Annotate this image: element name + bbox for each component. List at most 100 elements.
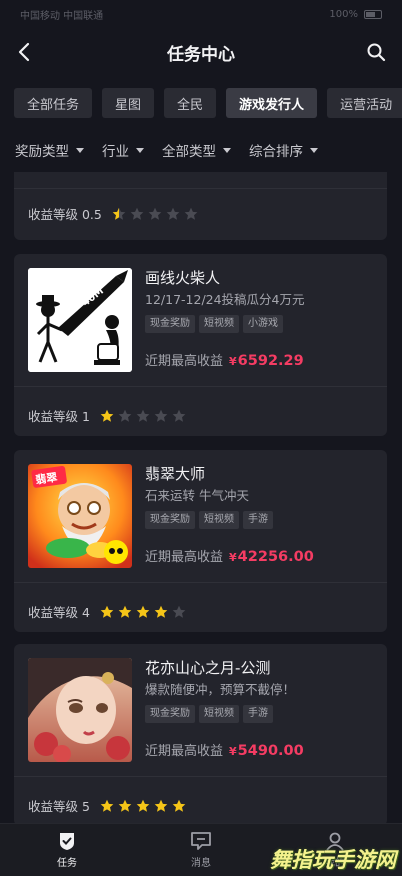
tag: 现金奖励 xyxy=(145,315,195,333)
filter-reward-type[interactable]: 奖励类型 xyxy=(15,140,84,160)
tab-xingtu[interactable]: 星图 xyxy=(102,88,155,118)
tag: 手游 xyxy=(243,705,273,723)
battery-icon xyxy=(364,9,382,19)
filter-all-types[interactable]: 全部类型 xyxy=(162,140,231,160)
game-name: 画线火柴人 xyxy=(145,269,221,287)
star-filled-icon xyxy=(100,605,114,618)
chevron-left-icon xyxy=(18,42,30,62)
filter-industry[interactable]: 行业 xyxy=(102,140,144,160)
level-row: 收益等级 4 xyxy=(28,602,186,621)
flower-girl-thumbnail-art xyxy=(28,658,132,762)
task-card[interactable]: 40M 画线火柴人 12/17-12/24投稿瓜分4万元 现金奖励 短视频 小游… xyxy=(14,254,387,436)
back-button[interactable] xyxy=(8,36,40,68)
earnings-label: 近期最高收益 xyxy=(145,744,224,759)
filter-bar: 奖励类型 行业 全部类型 综合排序 xyxy=(15,140,318,160)
tab-bar-task[interactable]: 任务 xyxy=(0,824,134,876)
game-thumbnail xyxy=(28,658,132,762)
earnings-row: 近期最高收益 ¥5490.00 xyxy=(145,740,304,759)
level-label: 收益等级 4 xyxy=(28,605,90,620)
carrier-text: 中国移动 中国联通 xyxy=(20,10,104,22)
task-desc: 爆款随便冲，预算不截停！ xyxy=(145,682,296,697)
currency-symbol: ¥ xyxy=(229,355,237,368)
tag-list: 现金奖励 短视频 手游 xyxy=(145,511,375,529)
task-card-partial[interactable]: 收益等级 0.5 xyxy=(14,172,387,240)
level-label: 收益等级 0.5 xyxy=(28,207,102,222)
caret-down-icon xyxy=(76,147,84,153)
star-empty-icon xyxy=(136,409,150,422)
divider xyxy=(14,582,387,583)
tag: 现金奖励 xyxy=(145,705,195,723)
tag: 短视频 xyxy=(199,705,239,723)
divider xyxy=(14,386,387,387)
page-title: 任务中心 xyxy=(167,44,235,65)
search-icon xyxy=(367,43,386,62)
stickman-thumbnail-art: 40M xyxy=(28,268,132,372)
tab-all-tasks[interactable]: 全部任务 xyxy=(14,88,93,118)
task-info: 翡翠大师 石来运转 牛气冲天 现金奖励 短视频 手游 xyxy=(145,464,375,529)
tab-operation-events[interactable]: 运营活动 xyxy=(327,88,402,118)
level-row: 收益等级 5 xyxy=(28,796,186,815)
task-desc: 12/17-12/24投稿瓜分4万元 xyxy=(145,292,305,307)
star-empty-icon xyxy=(148,207,162,220)
tab-bar-label: 消息 xyxy=(191,858,211,869)
watermark: 舞指玩手游网 xyxy=(270,848,396,872)
tag-list: 现金奖励 短视频 手游 xyxy=(145,705,375,723)
rating-stars xyxy=(100,409,186,423)
task-card[interactable]: 花亦山心之月-公测 爆款随便冲，预算不截停！ 现金奖励 短视频 手游 近期最高收… xyxy=(14,644,387,823)
star-filled-icon xyxy=(136,605,150,618)
star-filled-icon xyxy=(100,799,114,812)
star-empty-icon xyxy=(172,409,186,422)
level-row: 收益等级 1 xyxy=(28,406,186,425)
game-name: 花亦山心之月-公测 xyxy=(145,659,271,677)
task-desc: 石来运转 牛气冲天 xyxy=(145,488,249,503)
star-filled-icon xyxy=(118,605,132,618)
caret-down-icon xyxy=(310,147,318,153)
divider xyxy=(14,188,387,189)
earnings-amount: ¥42256.00 xyxy=(229,549,314,565)
star-filled-icon xyxy=(154,799,168,812)
tab-game-publisher[interactable]: 游戏发行人 xyxy=(226,88,318,118)
star-filled-icon xyxy=(136,799,150,812)
earnings-amount: ¥5490.00 xyxy=(229,743,304,759)
star-filled-icon xyxy=(172,799,186,812)
nav-bar: 任务中心 xyxy=(0,28,402,76)
star-empty-icon xyxy=(154,409,168,422)
caret-down-icon xyxy=(223,147,231,153)
filter-sort[interactable]: 综合排序 xyxy=(249,140,318,160)
filter-label: 行业 xyxy=(102,144,129,160)
star-empty-icon xyxy=(172,605,186,618)
earnings-amount: ¥6592.29 xyxy=(229,353,304,369)
message-icon xyxy=(191,832,211,850)
rating-stars xyxy=(100,605,186,619)
task-list: 收益等级 0.5 40M 画线火柴人 12/17-12/24投稿瓜分4万元 现金… xyxy=(14,172,387,823)
game-name: 翡翠大师 xyxy=(145,465,206,483)
task-card[interactable]: 翡翠 翡翠大师 石来运转 牛气冲天 现金奖励 短视频 手游 近期最高收益 ¥42… xyxy=(14,450,387,632)
currency-symbol: ¥ xyxy=(229,745,237,758)
rating-stars xyxy=(112,207,198,221)
star-filled-icon xyxy=(154,605,168,618)
earnings-label: 近期最高收益 xyxy=(145,550,224,565)
earnings-row: 近期最高收益 ¥6592.29 xyxy=(145,350,304,369)
star-empty-icon xyxy=(184,207,198,220)
level-label: 收益等级 1 xyxy=(28,409,90,424)
tab-bar-label: 任务 xyxy=(57,858,77,869)
search-button[interactable] xyxy=(360,36,392,68)
divider xyxy=(14,776,387,777)
category-tabs: 全部任务 星图 全民 游戏发行人 运营活动 xyxy=(14,88,402,118)
star-empty-icon xyxy=(166,207,180,220)
level-label: 收益等级 5 xyxy=(28,799,90,814)
earnings-label: 近期最高收益 xyxy=(145,354,224,369)
tab-quanmin[interactable]: 全民 xyxy=(164,88,217,118)
currency-symbol: ¥ xyxy=(229,551,237,564)
tab-bar-message[interactable]: 消息 xyxy=(134,824,268,876)
tag: 短视频 xyxy=(199,315,239,333)
tag: 小游戏 xyxy=(243,315,283,333)
jade-master-thumbnail-art: 翡翠 xyxy=(28,464,132,568)
star-filled-icon xyxy=(100,409,114,422)
star-filled-icon xyxy=(118,799,132,812)
level-row: 收益等级 0.5 xyxy=(28,204,198,223)
filter-label: 综合排序 xyxy=(249,144,303,160)
game-thumbnail: 40M xyxy=(28,268,132,372)
tag: 现金奖励 xyxy=(145,511,195,529)
star-half-icon xyxy=(112,207,126,220)
